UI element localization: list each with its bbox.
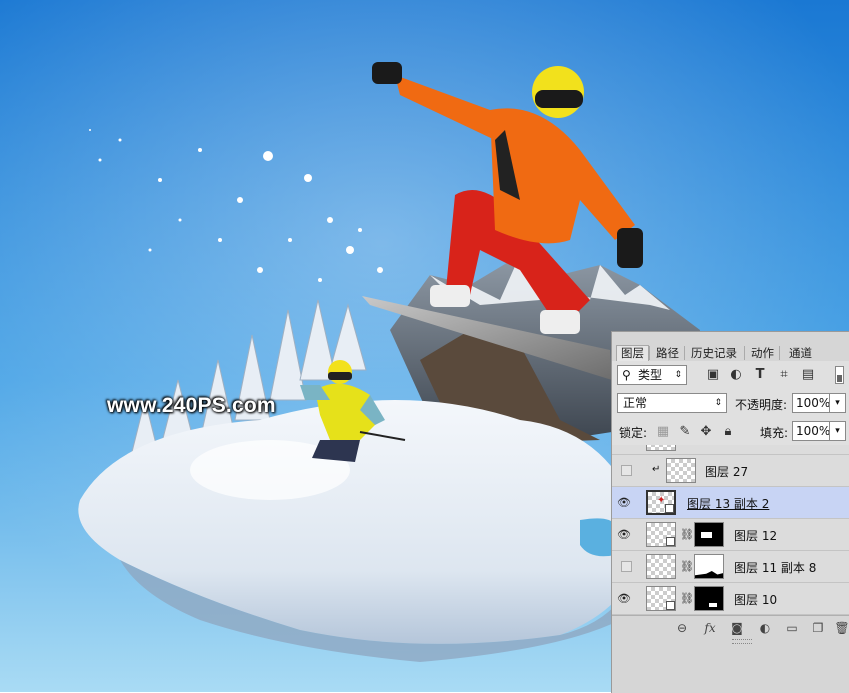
layer-name[interactable]: 图层 11 副本 8 bbox=[734, 559, 816, 576]
fill-dropdown-button[interactable]: ▾ bbox=[829, 421, 846, 441]
updown-arrows-icon: ⇕ bbox=[674, 370, 682, 380]
link-icon[interactable]: ⛓︎ bbox=[680, 592, 694, 605]
trash-icon[interactable]: 🗑︎ bbox=[834, 621, 849, 635]
blend-mode-value: 正常 bbox=[623, 396, 648, 410]
layer-row-selected[interactable]: 👁︎ ✦ 图层 13 副本 2 bbox=[612, 487, 849, 519]
layer-row-partial[interactable] bbox=[612, 445, 849, 455]
layer-filter-bar: ⚲ 类型 ⇕ ▣ ◐ T ⌗ ▤ bbox=[612, 361, 849, 390]
panel-resize-grip[interactable] bbox=[732, 639, 752, 644]
image-filter-icon[interactable]: ▣ bbox=[706, 368, 720, 382]
panel-tab-bar: 图层 路径 历史记录 动作 通道 bbox=[612, 332, 849, 361]
link-icon[interactable]: ⊖ bbox=[674, 621, 690, 635]
tab-channels[interactable]: 通道 bbox=[784, 345, 817, 361]
add-mask-icon[interactable]: ◙ bbox=[729, 621, 745, 635]
lock-row: 锁定: ▦ ✎ ✥ 🔒︎ 填充: 100% ▾ bbox=[612, 417, 849, 446]
filter-toggle-switch[interactable] bbox=[835, 366, 844, 384]
opacity-value: 100% bbox=[796, 396, 831, 410]
layer-name[interactable]: 图层 13 副本 2 bbox=[687, 495, 769, 512]
smart-object-badge-icon bbox=[666, 601, 675, 610]
shape-filter-icon[interactable]: ⌗ bbox=[777, 368, 791, 382]
layer-row[interactable]: ⛓︎ 图层 11 副本 8 bbox=[612, 551, 849, 583]
watermark-text: www.240PS.com bbox=[107, 394, 276, 417]
layers-list: ↵ 图层 27 👁︎ ✦ 图层 13 副本 2 👁︎ ⛓︎ 图层 12 ⛓︎ 图… bbox=[612, 445, 849, 615]
layer-row[interactable]: ↵ 图层 27 bbox=[612, 455, 849, 487]
layer-mask-thumbnail[interactable] bbox=[694, 522, 724, 547]
fx-icon[interactable]: fx bbox=[702, 621, 718, 635]
layer-thumbnail bbox=[646, 445, 676, 451]
blend-row: 正常 ⇕ 不透明度: 100% ▾ bbox=[612, 389, 849, 418]
visibility-toggle-off[interactable] bbox=[621, 561, 632, 572]
tab-actions[interactable]: 动作 bbox=[746, 345, 779, 361]
smart-object-badge-icon bbox=[666, 537, 675, 546]
filter-kind-dropdown[interactable]: ⚲ 类型 ⇕ bbox=[617, 365, 687, 385]
clipping-arrow-icon: ↵ bbox=[652, 464, 661, 475]
layer-name[interactable]: 图层 12 bbox=[734, 527, 777, 544]
layer-thumbnail bbox=[646, 586, 676, 611]
lock-brush-icon[interactable]: ✎ bbox=[678, 425, 692, 439]
blend-mode-dropdown[interactable]: 正常 ⇕ bbox=[617, 393, 727, 413]
layer-thumbnail bbox=[646, 554, 676, 579]
link-icon[interactable]: ⛓︎ bbox=[680, 560, 694, 573]
eye-icon[interactable]: 👁︎ bbox=[617, 496, 631, 510]
lock-label: 锁定: bbox=[619, 426, 648, 440]
adjustment-layer-icon[interactable]: ◐ bbox=[757, 621, 773, 635]
layer-row[interactable]: 👁︎ ⛓︎ 图层 10 bbox=[612, 583, 849, 615]
layer-thumbnail bbox=[666, 458, 696, 483]
group-folder-icon[interactable]: ▭ bbox=[784, 621, 800, 635]
layers-panel: 图层 路径 历史记录 动作 通道 ⚲ 类型 ⇕ ▣ ◐ T ⌗ ▤ 正常 ⇕ 不… bbox=[611, 331, 849, 693]
eye-icon[interactable]: 👁︎ bbox=[617, 528, 631, 542]
tab-layers[interactable]: 图层 bbox=[616, 345, 649, 361]
search-icon: ⚲ bbox=[622, 368, 631, 382]
layer-name[interactable]: 图层 27 bbox=[705, 463, 748, 480]
fill-value: 100% bbox=[796, 424, 831, 438]
eye-icon[interactable]: 👁︎ bbox=[617, 592, 631, 606]
layers-bottom-toolbar: ⊖ fx ◙ ◐ ▭ ❐ 🗑︎ bbox=[612, 615, 849, 642]
tab-history[interactable]: 历史记录 bbox=[686, 345, 742, 361]
filter-kind-label: 类型 bbox=[638, 368, 663, 382]
lock-transparent-icon[interactable]: ▦ bbox=[656, 425, 670, 439]
lock-move-icon[interactable]: ✥ bbox=[699, 425, 713, 439]
visibility-toggle-off[interactable] bbox=[621, 465, 632, 476]
layer-mask-thumbnail[interactable] bbox=[694, 586, 724, 611]
opacity-input[interactable]: 100% bbox=[792, 393, 830, 413]
layer-row[interactable]: 👁︎ ⛓︎ 图层 12 bbox=[612, 519, 849, 551]
opacity-label: 不透明度: bbox=[735, 398, 788, 412]
smart-object-badge-icon bbox=[665, 504, 674, 513]
adjustment-filter-icon[interactable]: ◐ bbox=[729, 368, 743, 382]
updown-arrows-icon: ⇕ bbox=[714, 398, 722, 408]
new-layer-icon[interactable]: ❐ bbox=[810, 621, 826, 635]
layer-mask-thumbnail[interactable] bbox=[694, 554, 724, 579]
chevron-down-icon: ▾ bbox=[835, 398, 840, 408]
layer-name[interactable]: 图层 10 bbox=[734, 591, 777, 608]
link-icon[interactable]: ⛓︎ bbox=[680, 528, 694, 541]
smart-object-filter-icon[interactable]: ▤ bbox=[801, 368, 815, 382]
chevron-down-icon: ▾ bbox=[835, 426, 840, 436]
layer-thumbnail: ✦ bbox=[646, 490, 676, 515]
opacity-dropdown-button[interactable]: ▾ bbox=[829, 393, 846, 413]
lock-all-icon[interactable]: 🔒︎ bbox=[721, 425, 735, 439]
fill-label: 填充: bbox=[760, 426, 789, 440]
fill-input[interactable]: 100% bbox=[792, 421, 830, 441]
tab-paths[interactable]: 路径 bbox=[651, 345, 684, 361]
layer-thumbnail bbox=[646, 522, 676, 547]
type-filter-icon[interactable]: T bbox=[753, 368, 767, 382]
